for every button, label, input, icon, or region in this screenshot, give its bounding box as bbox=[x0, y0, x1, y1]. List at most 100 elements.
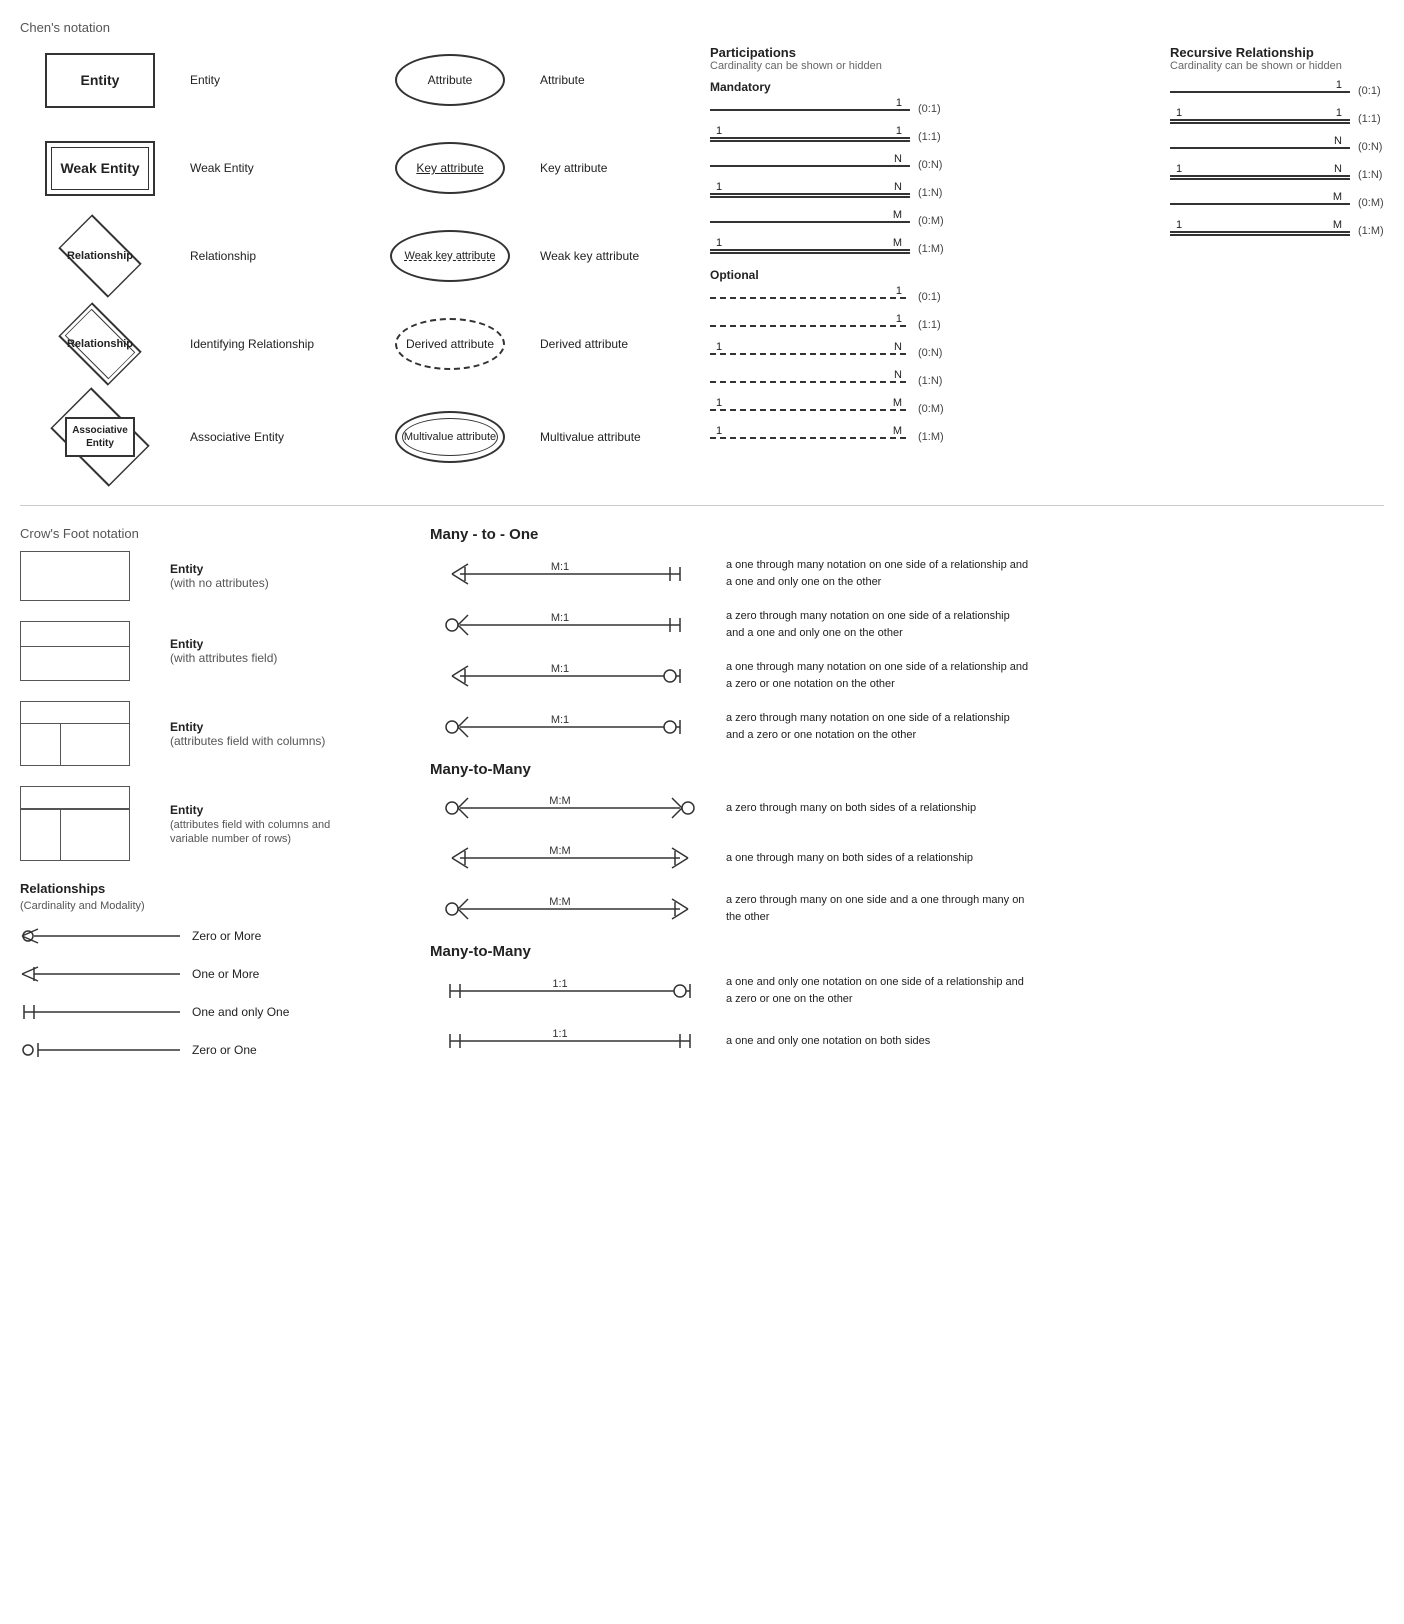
zero-or-one-svg bbox=[20, 1038, 180, 1062]
mto-desc-2: a one through many notation on one side … bbox=[710, 659, 1030, 692]
bottom-right: Many - to - One M:1 a one through many n… bbox=[400, 526, 1384, 1076]
oto-title: Many-to-Many bbox=[430, 943, 1384, 960]
recursive-title: Recursive Relationship bbox=[1170, 45, 1404, 60]
identifying-shape-wrap: Relationship bbox=[20, 317, 180, 372]
identifying-label: Identifying Relationship bbox=[180, 337, 340, 351]
oto-row-1: 1:1 a one and only one notation on both … bbox=[430, 1025, 1384, 1057]
chen-weak-key-row: Weak key attribute Weak key attribute bbox=[370, 221, 690, 291]
diamond-label: Relationship bbox=[67, 250, 133, 262]
key-attr-shape-wrap: Key attribute bbox=[370, 142, 530, 194]
weak-entity-shape-wrap: Weak Entity bbox=[20, 141, 180, 196]
chens-attributes: Attribute Attribute Key attribute Key at… bbox=[350, 45, 690, 495]
recursive-header: Recursive Relationship Cardinality can b… bbox=[1170, 45, 1404, 72]
rec-row-0: 1 (0:1) bbox=[1170, 80, 1404, 102]
part-line-optional-3: N bbox=[710, 371, 910, 391]
weak-key-shape-wrap: Weak key attribute bbox=[370, 230, 530, 282]
part-mandatory-0: 1 (0:1) bbox=[710, 98, 1150, 120]
rec-line-5: 1 M bbox=[1170, 221, 1350, 241]
assoc-shape-wrap: AssociativeEntity bbox=[20, 403, 180, 471]
part-subtitle: Cardinality can be shown or hidden bbox=[710, 60, 1150, 72]
derived-shape-wrap: Derived attribute bbox=[370, 318, 530, 370]
part-optional-4: 1 M (0:M) bbox=[710, 398, 1150, 420]
cf-simple-label: Entity (with no attributes) bbox=[160, 562, 269, 590]
svg-text:M:M: M:M bbox=[549, 845, 570, 857]
cf-cols-top bbox=[21, 702, 129, 724]
dashed-line bbox=[710, 353, 910, 355]
solid-line bbox=[710, 165, 910, 167]
mto-row-2: M:1 a one through many notation on one s… bbox=[430, 659, 1384, 692]
rel-zero-or-more: Zero or More bbox=[20, 924, 400, 948]
weak-key-shape: Weak key attribute bbox=[390, 230, 510, 282]
rel-line-zero-or-more bbox=[20, 924, 180, 948]
entity-label: Entity bbox=[180, 73, 340, 87]
multivalue-shape: Multivalue attribute bbox=[395, 411, 505, 463]
rec-row-1: 1 1 (1:1) bbox=[1170, 108, 1404, 130]
part-line-mandatory-5: 1 M bbox=[710, 239, 910, 259]
cf-entity-bottom bbox=[21, 647, 129, 680]
mtm-diagram-1: M:M bbox=[430, 842, 710, 874]
part-line-optional-2: 1 N bbox=[710, 343, 910, 363]
rec-row-2: N (0:N) bbox=[1170, 136, 1404, 158]
cf-entity-attrs bbox=[20, 621, 130, 681]
part-line-optional-0: 1 bbox=[710, 287, 910, 307]
one-or-more-label: One or More bbox=[180, 967, 259, 981]
assoc-entity-shape: AssociativeEntity bbox=[35, 403, 165, 471]
mtm-desc-2: a zero through many on one side and a on… bbox=[710, 892, 1030, 925]
chen-key-attr-row: Key attribute Key attribute bbox=[370, 133, 690, 203]
solid-line bbox=[1170, 147, 1350, 149]
cf-entity-top bbox=[21, 622, 129, 647]
rel-line-zero-or-one bbox=[20, 1038, 180, 1062]
double-diamond-label: Relationship bbox=[67, 338, 133, 350]
solid-line bbox=[1170, 91, 1350, 93]
mto-diagram-2: M:1 bbox=[430, 660, 710, 692]
cf-entity-variable bbox=[20, 786, 130, 861]
chen-assoc-row: AssociativeEntity Associative Entity bbox=[20, 397, 350, 477]
mtm-desc-0: a zero through many on both sides of a r… bbox=[710, 800, 976, 817]
cf-col-left bbox=[21, 724, 61, 765]
mto-desc-0: a one through many notation on one side … bbox=[710, 557, 1030, 590]
key-attr-label: Key attribute bbox=[530, 161, 690, 175]
cf-variable-label: Entity (attributes field with columns an… bbox=[160, 803, 330, 845]
chens-title: Chen's notation bbox=[20, 20, 1384, 35]
cf-var-div2 bbox=[61, 809, 129, 810]
part-line-mandatory-1: 1 1 bbox=[710, 127, 910, 147]
mtm-title: Many-to-Many bbox=[430, 761, 1384, 778]
part-line-mandatory-3: 1 N bbox=[710, 183, 910, 203]
svg-text:M:M: M:M bbox=[549, 795, 570, 807]
one-only-svg bbox=[20, 1000, 180, 1024]
solid-line bbox=[710, 193, 910, 195]
cf-var-col-left bbox=[21, 809, 61, 860]
svg-text:M:1: M:1 bbox=[551, 612, 569, 624]
weak-key-label: Weak key attribute bbox=[530, 249, 690, 263]
mtm-row-2: M:M a zero through many on one side and … bbox=[430, 892, 1384, 925]
part-line-mandatory-2: N bbox=[710, 155, 910, 175]
rec-line-0: 1 bbox=[1170, 81, 1350, 101]
part-mandatory-1: 1 1 (1:1) bbox=[710, 126, 1150, 148]
rels-subtitle: (Cardinality and Modality) bbox=[20, 900, 400, 912]
relationship-diamond: Relationship bbox=[45, 229, 155, 284]
rel-one-and-only-one: One and only One bbox=[20, 1000, 400, 1024]
rel-line-one-only bbox=[20, 1000, 180, 1024]
derived-label: Derived attribute bbox=[530, 337, 690, 351]
svg-text:M:1: M:1 bbox=[551, 663, 569, 675]
mto-title: Many - to - One bbox=[430, 526, 1384, 543]
mto-row-3: M:1 a zero through many notation on one … bbox=[430, 710, 1384, 743]
chens-entities: Entity Entity Weak Entity Weak Entity bbox=[20, 45, 350, 495]
cf-entity-simple bbox=[20, 551, 130, 601]
cf-attrs-shape-wrap bbox=[20, 621, 160, 681]
identifying-diamond: Relationship bbox=[45, 317, 155, 372]
entity-shape-wrap: Entity bbox=[20, 53, 180, 108]
participations-section: Participations Cardinality can be shown … bbox=[690, 45, 1150, 495]
rel-zero-or-one: Zero or One bbox=[20, 1038, 400, 1062]
rec-row-5: 1 M (1:M) bbox=[1170, 220, 1404, 242]
part-mandatory-5: 1 M (1:M) bbox=[710, 238, 1150, 260]
cf-attrs-label: Entity (with attributes field) bbox=[160, 637, 277, 665]
rec-line-1: 1 1 bbox=[1170, 109, 1350, 129]
mtm-row-0: M:M a zero through many on both sides of… bbox=[430, 792, 1384, 824]
one-only-label: One and only One bbox=[180, 1005, 289, 1019]
cf-entity-cols bbox=[20, 701, 130, 766]
cf-variable-shape-wrap bbox=[20, 786, 160, 861]
crows-left: Crow's Foot notation Entity (with no att… bbox=[20, 526, 400, 1076]
recursive-subtitle: Cardinality can be shown or hidden bbox=[1170, 60, 1404, 72]
part-line-optional-1: 1 bbox=[710, 315, 910, 335]
